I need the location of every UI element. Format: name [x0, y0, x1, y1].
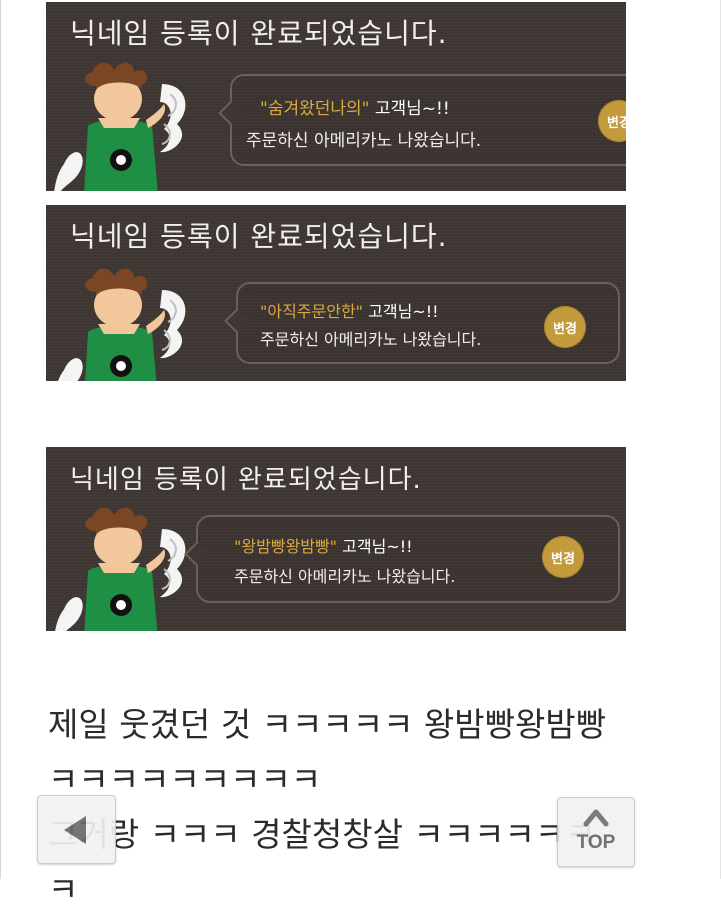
order-message: 주문하신 아메리카노 나왔습니다.: [260, 330, 482, 349]
change-nickname-button[interactable]: 변경: [542, 536, 584, 578]
nickname-card-3: 닉네임 등록이 완료되었습니다. "왕밤빵왕밤빵" 고객님~!! 주문하신 아메…: [46, 447, 626, 631]
nickname-text: "숨겨왔던나의": [260, 99, 370, 119]
nickname-card-2: 닉네임 등록이 완료되었습니다. "아직주문안한" 고객님~!! 주문하신 아메…: [46, 205, 626, 381]
top-label: TOP: [576, 832, 616, 853]
nickname-text: "아직주문안한": [260, 302, 364, 321]
order-message: 주문하신 아메리카노 나왔습니다.: [234, 567, 456, 586]
card-heading: 닉네임 등록이 완료되었습니다.: [70, 220, 448, 253]
honorific-text: 고객님~!!: [342, 537, 413, 556]
honorific-text: 고객님~!!: [368, 302, 439, 321]
nickname-card-1: 닉네임 등록이 완료되었습니다. "숨겨왔던나의" 고객님~!! 주문하신 아메…: [46, 2, 626, 191]
comment-line-1: 제일 웃겼던 것 ㅋㅋㅋㅋㅋ 왕밤빵왕밤빵: [48, 705, 607, 744]
honorific-text: 고객님~!!: [374, 99, 450, 119]
nickname-text: "왕밤빵왕밤빵": [234, 537, 338, 556]
greeting-line: "왕밤빵왕밤빵" 고객님~!!: [234, 533, 413, 557]
comment-line-4: ㅋ: [48, 870, 79, 909]
greeting-line: "아직주문안한" 고객님~!!: [260, 298, 439, 322]
card-heading: 닉네임 등록이 완료되었습니다.: [70, 17, 448, 50]
comment-line-2: ㅋㅋㅋㅋㅋㅋㅋㅋㅋ: [48, 760, 322, 799]
comment-line-3: 그거랑 ㅋㅋㅋ 경찰청창살 ㅋㅋㅋㅋㅋㅋ: [48, 815, 596, 854]
card-heading: 닉네임 등록이 완료되었습니다.: [70, 465, 422, 495]
chevron-up-icon: [583, 809, 609, 827]
barista-mascot-icon: [52, 54, 202, 191]
scroll-top-button[interactable]: TOP: [557, 797, 635, 867]
left-border: [0, 0, 1, 879]
speech-bubble: "숨겨왔던나의" 고객님~!! 주문하신 아메리카노 나왔습니다.: [230, 74, 626, 166]
barista-mascot-icon: [52, 499, 202, 631]
change-nickname-button[interactable]: 변경: [544, 306, 586, 348]
back-button[interactable]: [37, 795, 116, 864]
greeting-line: "숨겨왔던나의" 고객님~!!: [260, 94, 450, 119]
order-message: 주문하신 아메리카노 나왔습니다.: [246, 131, 482, 151]
back-arrow-icon: [64, 816, 86, 844]
barista-mascot-icon: [52, 260, 202, 381]
